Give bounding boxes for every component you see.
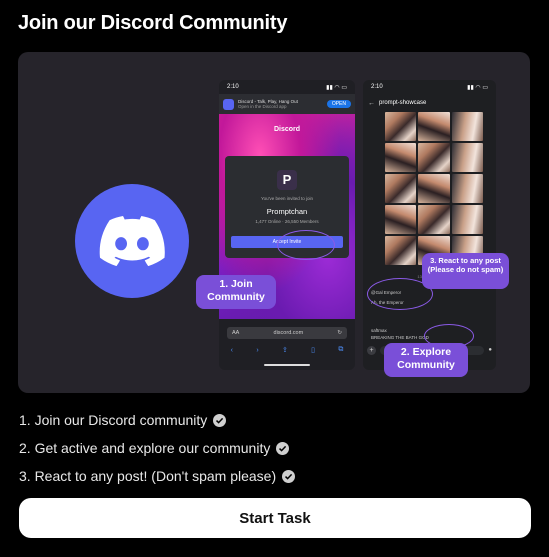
bookmarks-icon: ▯ <box>311 347 316 354</box>
step-explore: 2. Get active and explore our community <box>19 440 290 456</box>
server-avatar: P <box>277 170 297 190</box>
check-circle-icon <box>213 413 227 427</box>
home-indicator <box>264 364 310 366</box>
server-name: Promptchan <box>266 207 308 216</box>
image-thumbnail <box>385 112 417 141</box>
check-circle-icon <box>282 469 296 483</box>
status-bar: 2:10 ▮▮ ◠ ▭ <box>219 80 355 94</box>
page-title: Join our Discord Community <box>18 12 288 34</box>
discord-app-icon <box>223 98 234 110</box>
share-icon: ⇪ <box>281 347 288 354</box>
image-thumbnail <box>385 205 417 234</box>
app-banner: Discord - Talk, Play, Hang Out Open in t… <box>219 94 355 114</box>
discord-brand: Discord <box>273 126 301 133</box>
forward-icon: › <box>256 346 259 354</box>
callout-join: 1. Join Community <box>196 275 276 309</box>
step-join: 1. Join our Discord community <box>19 412 227 428</box>
reload-icon: ↻ <box>337 330 342 336</box>
url-bar: AA discord.com ↻ <box>227 327 347 339</box>
tabs-icon: ⧉ <box>338 346 344 353</box>
plus-icon: + <box>367 345 376 355</box>
image-thumbnail <box>451 174 483 203</box>
preview-panel: 2:10 ▮▮ ◠ ▭ Discord - Talk, Play, Hang O… <box>18 52 530 393</box>
image-thumbnail <box>418 174 450 203</box>
url-text: discord.com <box>273 330 304 336</box>
message-user: saftmax <box>371 328 387 333</box>
status-time: 2:10 <box>227 84 239 90</box>
image-grid <box>385 112 483 265</box>
callout-explore: 2. Explore Community <box>384 343 468 377</box>
invite-text: You've been invited to join <box>261 196 313 201</box>
image-thumbnail <box>418 112 450 141</box>
discord-icon <box>99 216 165 266</box>
message-text: BREAKING THE BATH GOD <box>371 335 429 340</box>
highlight-ring <box>277 230 335 260</box>
channel-name: prompt-showcase <box>379 100 427 106</box>
image-thumbnail <box>385 143 417 172</box>
mic-icon: ● <box>488 347 492 353</box>
back-icon: ‹ <box>230 346 233 354</box>
image-thumbnail <box>418 143 450 172</box>
status-bar: 2:10 ▮▮ ◠ ▭ <box>371 84 488 91</box>
step-label: 3. React to any post! (Don't spam please… <box>19 468 277 484</box>
callout-react: 3. React to any post (Please do not spam… <box>422 253 509 289</box>
image-thumbnail <box>385 236 417 265</box>
discord-logo <box>75 184 189 298</box>
banner-open-button: OPEN <box>326 100 351 108</box>
phone-channel-screenshot: 2:10 ▮▮ ◠ ▭ ← prompt-showcase 13 June 20… <box>363 80 496 370</box>
status-icons: ▮▮ ◠ ▭ <box>467 84 488 91</box>
banner-subtitle: Open in the Discord app <box>238 104 287 109</box>
image-thumbnail <box>451 143 483 172</box>
image-thumbnail <box>385 174 417 203</box>
status-icons: ▮▮ ◠ ▭ <box>326 84 347 91</box>
image-thumbnail <box>451 112 483 141</box>
image-thumbnail <box>418 205 450 234</box>
step-label: 2. Get active and explore our community <box>19 440 271 456</box>
channel-header: ← prompt-showcase <box>363 94 496 112</box>
image-thumbnail <box>451 205 483 234</box>
step-react: 3. React to any post! (Don't spam please… <box>19 468 296 484</box>
start-task-button[interactable]: Start Task <box>19 498 531 538</box>
check-circle-icon <box>276 441 290 455</box>
browser-nav: ‹ › ⇪ ▯ ⧉ <box>219 344 355 356</box>
back-arrow-icon: ← <box>368 99 375 107</box>
member-count: 1,477 Online · 26,550 Members <box>255 219 319 224</box>
step-label: 1. Join our Discord community <box>19 412 208 428</box>
phone-invite-screenshot: 2:10 ▮▮ ◠ ▭ Discord - Talk, Play, Hang O… <box>219 80 355 370</box>
